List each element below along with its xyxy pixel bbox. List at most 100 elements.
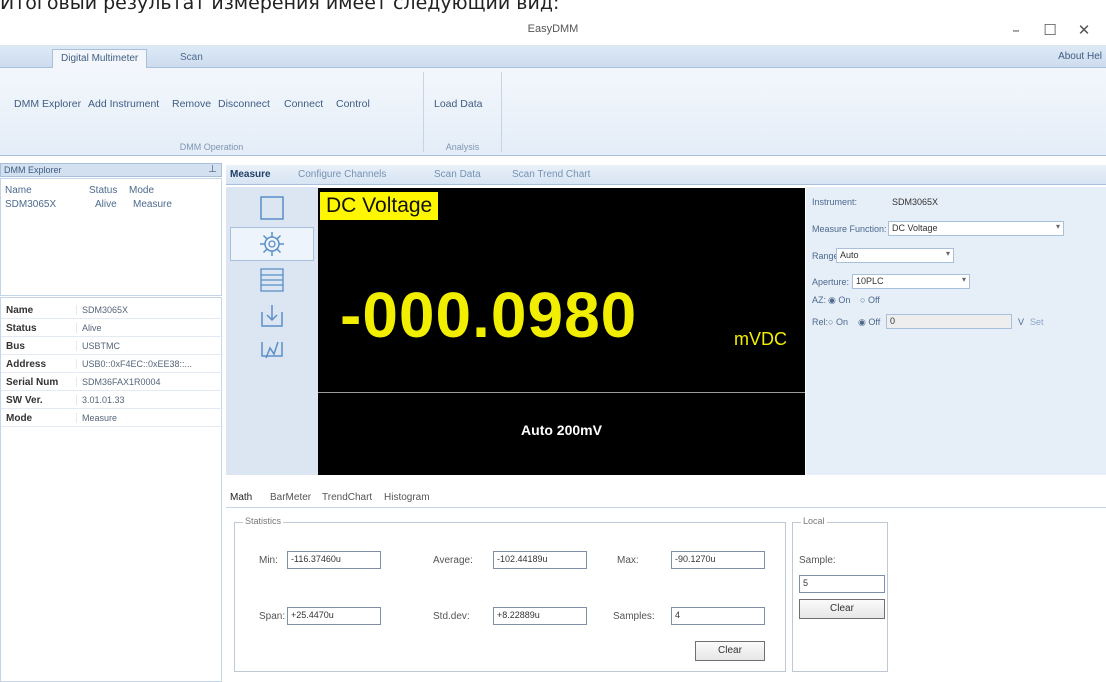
range-value: Auto <box>840 250 859 260</box>
property-value[interactable]: USB0::0xF4EC::0xEE38::... <box>76 359 221 369</box>
property-key: Status <box>6 323 37 334</box>
chevron-down-icon: ▾ <box>945 249 950 258</box>
window-title: EasyDMM <box>527 23 579 35</box>
statistics-group: Statistics Min: -116.37460u Average: -10… <box>234 516 786 672</box>
probe-button[interactable] <box>230 333 314 367</box>
property-key: SW Ver. <box>6 395 43 406</box>
remove-button[interactable]: Remove <box>172 98 211 110</box>
connect-button[interactable]: Connect <box>284 98 323 110</box>
local-group: Local Sample: 5 Clear <box>792 516 888 672</box>
property-value[interactable]: SDM3065X <box>76 305 221 315</box>
ribbon-group-dmm-operation: DMM Explorer Add Instrument Remove Disco… <box>0 72 424 152</box>
chevron-down-icon: ▾ <box>1055 222 1060 231</box>
az-off-radio[interactable]: ○ Off <box>860 295 880 305</box>
column-header-status[interactable]: Status <box>89 185 117 196</box>
property-row: Name SDM3065X <box>1 302 223 319</box>
analysis-tab-bar: Math BarMeter TrendChart Histogram <box>226 487 1106 507</box>
tab-configure-channels[interactable]: Configure Channels <box>298 169 386 180</box>
az-on-radio[interactable]: ◉ On <box>828 295 850 306</box>
dmm-explorer-button[interactable]: DMM Explorer <box>14 98 81 110</box>
min-label: Min: <box>259 555 278 566</box>
range-indicator: Auto 200mV <box>521 422 602 438</box>
column-header-name[interactable]: Name <box>5 185 32 196</box>
local-clear-button[interactable]: Clear <box>799 599 885 619</box>
span-field[interactable]: +25.4470u <box>287 607 381 625</box>
property-row: Mode Measure <box>1 410 223 427</box>
measure-function-select[interactable]: DC Voltage ▾ <box>888 221 1064 236</box>
close-button[interactable]: ✕ <box>1070 20 1098 40</box>
rel-value-input[interactable]: 0 <box>886 314 1012 329</box>
math-panel: Statistics Min: -116.37460u Average: -10… <box>226 507 1106 682</box>
average-field[interactable]: -102.44189u <box>493 551 587 569</box>
stddev-field[interactable]: +8.22889u <box>493 607 587 625</box>
property-key: Serial Num <box>6 377 59 388</box>
dmm-explorer-header: DMM Explorer ⊥ <box>0 163 222 177</box>
aperture-select[interactable]: 10PLC ▾ <box>852 274 970 289</box>
range-select[interactable]: Auto ▾ <box>836 248 954 263</box>
max-field[interactable]: -90.1270u <box>671 551 765 569</box>
property-value[interactable]: 3.01.01.33 <box>76 395 221 405</box>
az-label: AZ: <box>812 295 827 305</box>
measurement-display: DC Voltage -000.0980 mVDC Auto 200mV <box>318 188 805 475</box>
tab-histogram[interactable]: Histogram <box>384 492 430 503</box>
aperture-label: Aperture: <box>812 277 850 287</box>
add-instrument-button[interactable]: Add Instrument <box>88 98 159 110</box>
probe-icon <box>261 341 283 359</box>
settings-button[interactable] <box>230 227 314 261</box>
document-caption: Итоговый результат измерения имеет следу… <box>0 0 560 14</box>
tab-scan-trend-chart[interactable]: Scan Trend Chart <box>512 169 590 180</box>
measure-function-label: Measure Function: <box>812 224 887 234</box>
ribbon-tab-scan[interactable]: Scan <box>172 49 211 68</box>
property-key: Address <box>6 359 47 370</box>
samples-label: Samples: <box>613 611 655 622</box>
az-off-label: Off <box>867 295 880 305</box>
instrument-status: Alive <box>95 199 117 210</box>
property-value[interactable]: USBTMC <box>76 341 221 351</box>
download-button[interactable] <box>230 299 314 333</box>
instrument-value: SDM3065X <box>892 197 939 207</box>
rel-off-radio[interactable]: ◉ Off <box>858 317 880 328</box>
tab-scan-data[interactable]: Scan Data <box>434 169 481 180</box>
minimize-button[interactable]: – <box>1002 20 1030 40</box>
square-icon <box>260 196 284 220</box>
measure-function-value: DC Voltage <box>892 223 938 233</box>
title-bar: EasyDMM – ☐ ✕ <box>0 14 1106 46</box>
radio-selected-icon: ◉ <box>828 295 836 305</box>
display-divider <box>318 392 805 393</box>
min-field[interactable]: -116.37460u <box>287 551 381 569</box>
rel-label: Rel: <box>812 317 829 327</box>
disconnect-button[interactable]: Disconnect <box>218 98 270 110</box>
maximize-button[interactable]: ☐ <box>1036 20 1064 40</box>
tab-barmeter[interactable]: BarMeter <box>270 492 311 503</box>
property-value[interactable]: SDM36FAX1R0004 <box>76 377 221 387</box>
tab-math[interactable]: Math <box>230 492 252 503</box>
ribbon-tab-digital-multimeter[interactable]: Digital Multimeter <box>52 49 148 68</box>
column-header-mode[interactable]: Mode <box>129 185 154 196</box>
property-value[interactable]: Measure <box>76 413 221 423</box>
sample-field[interactable]: 5 <box>799 575 885 593</box>
chevron-down-icon: ▾ <box>961 275 966 284</box>
rel-on-radio[interactable]: ○ On <box>828 317 848 327</box>
control-button[interactable]: Control <box>336 98 370 110</box>
rel-set-link[interactable]: Set <box>1030 317 1044 327</box>
measurement-toolstrip <box>226 187 318 475</box>
list-button[interactable] <box>230 263 314 297</box>
instrument-label: Instrument: <box>812 197 858 207</box>
samples-field[interactable]: 4 <box>671 607 765 625</box>
load-data-button[interactable]: Load Data <box>434 98 482 110</box>
statistics-clear-button[interactable]: Clear <box>695 641 765 661</box>
pin-icon[interactable]: ⊥ <box>208 164 217 176</box>
az-on-label: On <box>838 295 851 305</box>
property-row: Status Alive <box>1 320 223 337</box>
tab-trendchart[interactable]: TrendChart <box>322 492 372 503</box>
about-help-link[interactable]: About Hel <box>1058 51 1102 62</box>
tab-measure[interactable]: Measure <box>230 169 271 180</box>
panel-title: DMM Explorer <box>4 165 62 175</box>
property-key: Bus <box>6 341 25 352</box>
property-value[interactable]: Alive <box>76 323 221 333</box>
display-mode-button[interactable] <box>230 191 314 225</box>
aperture-value: 10PLC <box>856 276 884 286</box>
property-key: Mode <box>6 413 33 424</box>
gear-icon <box>260 232 284 256</box>
property-row: Address USB0::0xF4EC::0xEE38::... <box>1 356 223 373</box>
